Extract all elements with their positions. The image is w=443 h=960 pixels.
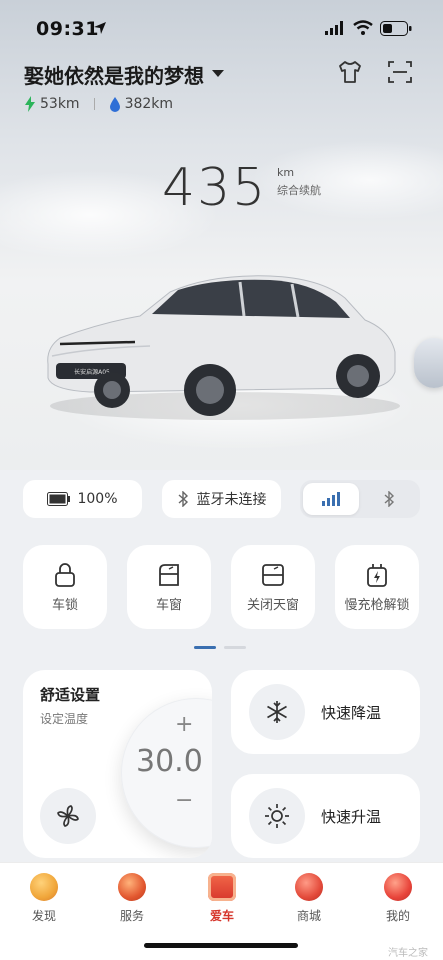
- window-button[interactable]: 车窗: [127, 545, 211, 629]
- bluetooth-status: 蓝牙未连接: [196, 492, 267, 508]
- temperature-decrease-button[interactable]: −: [175, 788, 193, 813]
- tab-label: 发现: [31, 909, 56, 923]
- lightning-icon: [25, 96, 35, 112]
- scan-icon[interactable]: [386, 58, 414, 86]
- mall-icon: [295, 873, 323, 901]
- comfort-subtitle: 设定温度: [40, 712, 89, 726]
- watermark: 汽车之家: [388, 948, 428, 959]
- service-icon: [118, 873, 146, 901]
- home-indicator[interactable]: [144, 943, 298, 948]
- battery-icon: [47, 492, 71, 506]
- signal-bars-icon: [322, 492, 340, 506]
- tab-label: 我的: [385, 909, 410, 923]
- comfort-title: 舒适设置: [40, 686, 101, 704]
- lock-label: 车锁: [51, 597, 78, 613]
- tab-label: 服务: [119, 909, 144, 923]
- tab-my-car[interactable]: 爱车: [192, 873, 252, 924]
- quick-cool-icon-wrap: [249, 684, 305, 740]
- tab-service[interactable]: 服务: [102, 873, 162, 924]
- comfort-settings-card[interactable]: 舒适设置 设定温度 + 30.0 −: [23, 670, 212, 858]
- window-icon: [159, 563, 179, 586]
- cloud-decoration: [250, 140, 443, 220]
- page-dot[interactable]: [224, 646, 246, 649]
- page-dot-active[interactable]: [194, 646, 216, 649]
- battery-percent: 100%: [77, 491, 118, 507]
- tab-label: 爱车: [209, 909, 234, 923]
- car-tab-icon: [208, 873, 236, 901]
- total-range-label: 综合续航: [277, 184, 321, 197]
- total-range-value: 435: [162, 158, 268, 218]
- bluetooth-icon: [384, 491, 395, 507]
- connection-toggle[interactable]: [300, 480, 420, 518]
- bluetooth-toggle-option[interactable]: [361, 483, 417, 515]
- tab-mall[interactable]: 商城: [279, 873, 339, 924]
- temperature-increase-button[interactable]: +: [175, 712, 193, 737]
- cellular-signal-icon: [325, 21, 343, 35]
- quick-heat-button[interactable]: 快速升温: [231, 774, 420, 858]
- tab-mine[interactable]: 我的: [368, 873, 428, 924]
- charger-unlock-button[interactable]: 慢充枪解锁: [335, 545, 419, 629]
- electric-range: 53km: [40, 96, 80, 112]
- sunroof-icon: [262, 563, 284, 586]
- dropdown-caret-icon[interactable]: [212, 70, 224, 77]
- quick-cool-button[interactable]: 快速降温: [231, 670, 420, 754]
- bluetooth-icon: [178, 491, 188, 507]
- page-indicator: [194, 646, 246, 649]
- tab-discover[interactable]: 发现: [14, 873, 74, 924]
- bluetooth-pill[interactable]: 蓝牙未连接: [162, 480, 281, 518]
- sunroof-label: 关闭天窗: [246, 597, 299, 613]
- quick-heat-icon-wrap: [249, 788, 305, 844]
- temperature-value: 30.0: [136, 744, 203, 779]
- lock-icon: [55, 562, 75, 587]
- profile-icon: [384, 873, 412, 901]
- window-label: 车窗: [155, 597, 182, 613]
- vehicle-name[interactable]: 娶她依然是我的梦想: [24, 60, 204, 89]
- fuel-range: 382km: [124, 96, 174, 112]
- fuel-drop-icon: [109, 97, 120, 112]
- car-image: 长安启源A05: [47, 275, 400, 420]
- network-toggle-option[interactable]: [303, 483, 359, 515]
- divider: [93, 98, 95, 110]
- wifi-icon: [353, 20, 373, 35]
- battery-pill: 100%: [23, 480, 142, 518]
- fan-icon: [57, 805, 79, 827]
- location-arrow-icon: [94, 22, 106, 34]
- fan-button[interactable]: [40, 788, 96, 844]
- shirt-icon[interactable]: [336, 58, 364, 86]
- discover-icon: [30, 873, 58, 901]
- total-range-unit: km: [277, 166, 295, 179]
- status-time: 09:31: [36, 18, 99, 40]
- quick-heat-label: 快速升温: [321, 808, 382, 826]
- charger-unlock-label: 慢充枪解锁: [344, 597, 410, 613]
- lock-button[interactable]: 车锁: [23, 545, 107, 629]
- battery-status-icon: [380, 21, 412, 36]
- sunroof-button[interactable]: 关闭天窗: [231, 545, 315, 629]
- status-bar: 09:31: [0, 0, 443, 56]
- range-summary: 53km 382km: [24, 94, 173, 114]
- charger-icon: [367, 563, 387, 587]
- sun-icon: [265, 804, 289, 828]
- tab-label: 商城: [296, 909, 321, 923]
- quick-cool-label: 快速降温: [321, 704, 382, 722]
- snowflake-icon: [267, 701, 287, 723]
- car-switch-handle[interactable]: [414, 338, 443, 388]
